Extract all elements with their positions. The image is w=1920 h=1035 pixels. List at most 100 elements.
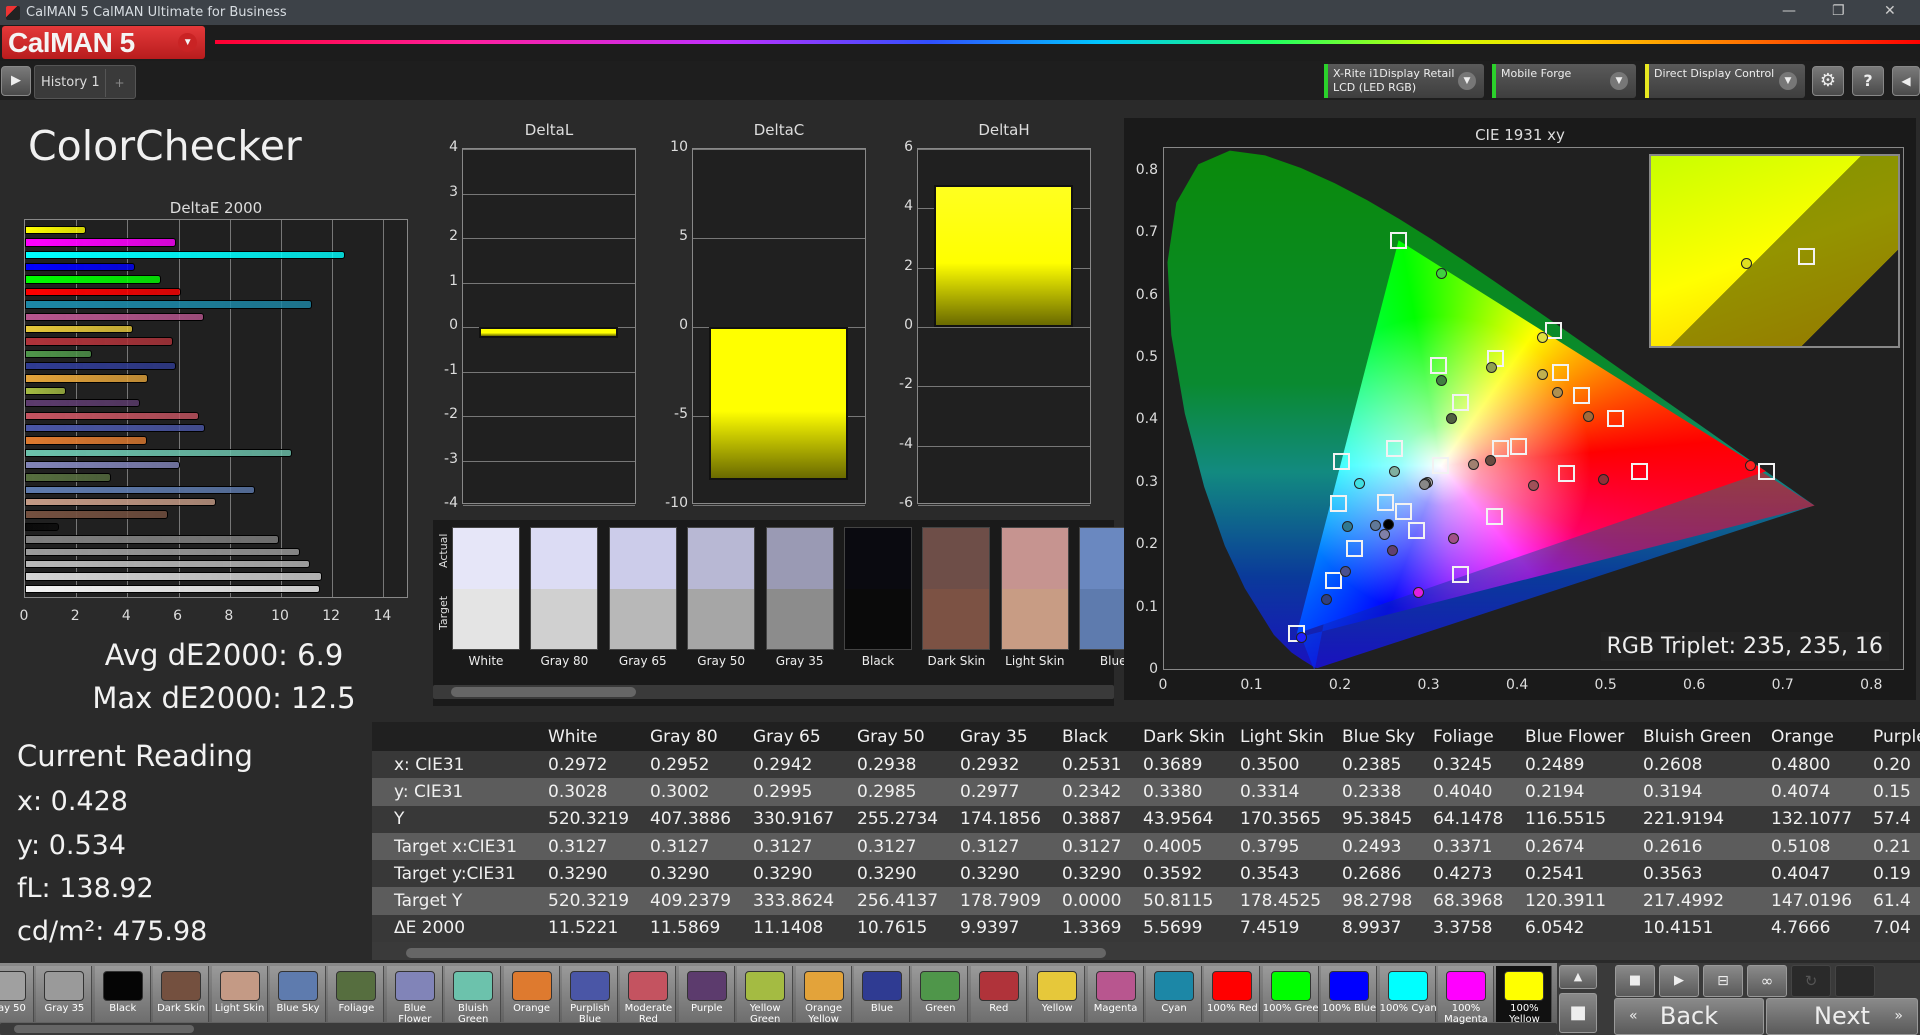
y-tick-label: 0.4: [1135, 411, 1158, 428]
tab-history-1[interactable]: History 1 +: [34, 65, 136, 99]
column-header[interactable]: Blue Sky: [1342, 722, 1433, 751]
column-header[interactable]: Gray 80: [650, 722, 753, 751]
collapse-icon[interactable]: ◀: [1892, 66, 1920, 96]
column-header[interactable]: Purple: [1873, 722, 1920, 751]
patch-orange-yellow[interactable]: Orange Yellow: [795, 966, 852, 1025]
help-icon[interactable]: ?: [1852, 66, 1884, 96]
swatch-light-skin[interactable]: [1000, 527, 1069, 650]
column-header[interactable]: Dark Skin: [1143, 722, 1240, 751]
patch-orange[interactable]: Orange: [503, 966, 560, 1022]
gridline: [918, 505, 1090, 506]
patch-gray-50[interactable]: Gray 50: [0, 966, 34, 1022]
patch-100-blue[interactable]: 100% Blue: [1321, 966, 1378, 1022]
patch-blue[interactable]: Blue: [854, 966, 910, 1022]
deltae-chart: [24, 219, 408, 598]
patch-yellow[interactable]: Yellow: [1029, 966, 1086, 1022]
patch-bluish-green[interactable]: Bluish Green: [445, 966, 502, 1025]
column-header[interactable]: Gray 35: [960, 722, 1062, 751]
target-color: [453, 588, 519, 649]
patch-green[interactable]: Green: [912, 966, 969, 1022]
column-header[interactable]: Foliage: [1433, 722, 1525, 751]
patch-100-cyan[interactable]: 100% Cyan: [1379, 966, 1436, 1022]
patch-red[interactable]: Red: [970, 966, 1027, 1022]
patch-light-skin[interactable]: Light Skin: [211, 966, 268, 1022]
swatch-black[interactable]: [844, 527, 912, 650]
patch-dark-skin[interactable]: Dark Skin: [153, 966, 210, 1022]
patch-100-magenta[interactable]: 100% Magenta: [1438, 966, 1494, 1025]
patch-color: [336, 971, 377, 1001]
swatch-dark-skin[interactable]: [922, 527, 991, 650]
column-header[interactable]: Orange: [1771, 722, 1873, 751]
chevron-down-icon: ▼: [178, 33, 197, 52]
table-cell: 0.21: [1873, 832, 1920, 861]
add-tab-icon[interactable]: +: [105, 69, 133, 97]
table-cell: 0.3290: [753, 860, 857, 888]
swatch-white[interactable]: [452, 527, 520, 650]
up-icon[interactable]: ▲: [1559, 965, 1597, 989]
display-selector[interactable]: Direct Display Control ▼: [1645, 64, 1805, 98]
target-marker: [1491, 440, 1509, 458]
patch-yellow-green[interactable]: Yellow Green: [737, 966, 794, 1025]
patch-100-yellow[interactable]: 100% Yellow: [1496, 966, 1553, 1025]
calman-menu-button[interactable]: CalMAN 5 ▼: [2, 26, 205, 59]
row-label: Target Y: [372, 887, 548, 915]
x-tick-label: 0.5: [1594, 677, 1617, 693]
continuous-icon[interactable]: ∞: [1747, 965, 1787, 997]
stop-square-icon[interactable]: ■: [1559, 993, 1597, 1033]
table-cell: 407.3886: [650, 805, 753, 833]
deltae-bar-100-cyan: [25, 250, 345, 260]
column-header[interactable]: Gray 50: [857, 722, 960, 751]
back-button[interactable]: « Back: [1614, 998, 1764, 1035]
patch-purplish-blue[interactable]: Purplish Blue: [562, 966, 618, 1025]
swatch-gray-35[interactable]: [765, 527, 834, 650]
next-button[interactable]: Next »: [1766, 998, 1918, 1035]
table-scrollbar[interactable]: [392, 946, 1920, 960]
swatch-gray-65[interactable]: [608, 527, 677, 650]
patch-foliage[interactable]: Foliage: [328, 966, 385, 1022]
patch-100-red[interactable]: 100% Red: [1204, 966, 1261, 1022]
plot-area: [917, 148, 1091, 506]
measure-once-icon[interactable]: ⊟: [1703, 965, 1743, 997]
patch-gray-35[interactable]: Gray 35: [36, 966, 93, 1022]
column-header[interactable]: Light Skin: [1240, 722, 1342, 751]
patch-color: [628, 971, 669, 1001]
patch-cyan[interactable]: Cyan: [1146, 966, 1202, 1022]
column-header[interactable]: White: [548, 722, 650, 751]
y-tick-label: 3: [449, 183, 458, 200]
row-label: Target y:CIE31: [372, 860, 548, 888]
patch-black[interactable]: Black: [94, 966, 151, 1022]
stop-icon[interactable]: ■: [1615, 965, 1655, 997]
close-icon[interactable]: ✕: [1884, 3, 1896, 19]
patch-100-green[interactable]: 100% Green: [1262, 966, 1319, 1022]
column-header[interactable]: Gray 65: [753, 722, 857, 751]
patch-color: [803, 971, 844, 1001]
column-header[interactable]: Blue Flower: [1525, 722, 1643, 751]
column-header[interactable]: Bluish Green: [1643, 722, 1771, 751]
play-icon[interactable]: ▶: [1, 66, 31, 96]
table-row: Target Y 520.3219 409.2379 333.8624 256.4137…: [372, 887, 1920, 915]
record-icon[interactable]: [1835, 965, 1875, 997]
source-selector[interactable]: Mobile Forge ▼: [1492, 64, 1636, 98]
actual-color: [609, 528, 676, 589]
refresh-icon[interactable]: ↻: [1791, 965, 1831, 997]
patch-purple[interactable]: Purple: [678, 966, 735, 1022]
patch-magenta[interactable]: Magenta: [1087, 966, 1144, 1022]
table-cell: 409.2379: [650, 887, 753, 915]
minimize-icon[interactable]: —: [1782, 3, 1796, 19]
swatch-gray-80[interactable]: [530, 527, 599, 650]
table-cell: 0.2342: [1062, 778, 1143, 806]
patch-label: Yellow Green: [749, 1003, 781, 1025]
restore-icon[interactable]: ❐: [1832, 3, 1845, 19]
column-header[interactable]: Black: [1062, 722, 1143, 751]
gear-icon[interactable]: ⚙: [1812, 66, 1844, 96]
swatch-scrollbar[interactable]: [433, 685, 1114, 699]
reading-cdm2: cd/m²: 475.98: [17, 916, 208, 947]
patch-moderate-red[interactable]: Moderate Red: [620, 966, 677, 1025]
meter-selector[interactable]: X-Rite i1Display Retail LCD (LED RGB) ▼: [1324, 64, 1484, 98]
y-tick-label: 0.8: [1135, 161, 1158, 178]
swatch-gray-50[interactable]: [687, 527, 756, 650]
play-icon[interactable]: ▶: [1659, 965, 1699, 997]
patch-blue-flower[interactable]: Blue Flower: [386, 966, 443, 1025]
patch-blue-sky[interactable]: Blue Sky: [270, 966, 326, 1022]
patch-label: Magenta: [1093, 1003, 1138, 1014]
